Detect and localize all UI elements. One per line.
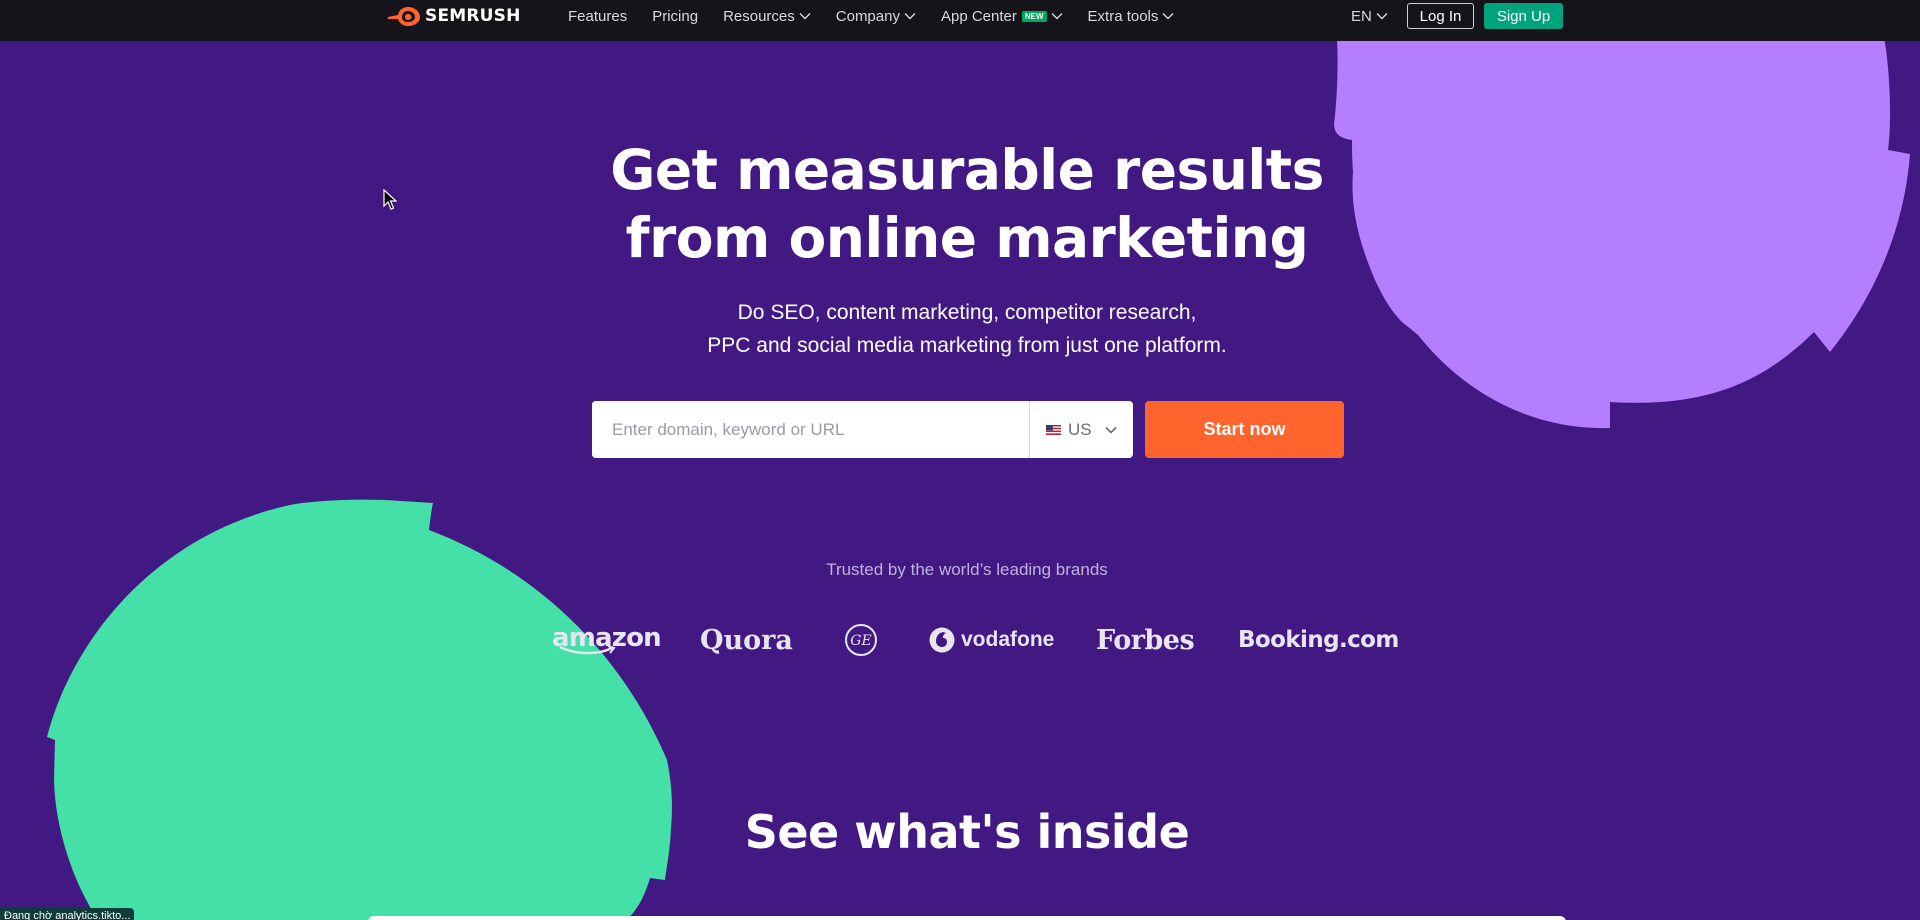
semrush-logo[interactable]: SEMRUSH [387, 5, 521, 27]
nav-item-label: Company [835, 8, 900, 25]
us-flag-icon [1046, 424, 1061, 435]
amazon-logo: amazon [552, 620, 662, 660]
nav-item-label: Extra tools [1087, 8, 1159, 25]
nav-item-features[interactable]: Features [568, 8, 627, 25]
new-badge: NEW [1021, 11, 1047, 22]
signup-button[interactable]: Sign Up [1484, 3, 1563, 29]
country-select[interactable]: US [1030, 401, 1133, 458]
nav-item-resources[interactable]: Resources [723, 8, 811, 25]
forbes-logo: Forbes [1096, 624, 1195, 656]
browser-status-tooltip: Đang chờ analytics.tikto... [0, 908, 135, 920]
main-nav: Features Pricing Resources Company App C… [568, 0, 1199, 33]
country-label: US [1068, 419, 1092, 439]
decorative-lilac-circle [1334, 37, 1910, 429]
hero-subtitle-line: PPC and social media marketing from just… [707, 334, 1227, 357]
nav-item-company[interactable]: Company [836, 8, 916, 25]
hero-title-line: from online marketing [625, 206, 1309, 270]
hero-title: Get measurable results from online marke… [560, 136, 1374, 272]
content-card-edge [368, 916, 1566, 920]
language-selector[interactable]: EN [1351, 0, 1388, 33]
nav-item-label: Resources [723, 8, 795, 25]
search-input[interactable] [592, 401, 1030, 458]
nav-item-label: Features [568, 8, 628, 25]
quora-logo: Quora [700, 624, 793, 656]
chevron-down-icon [1162, 13, 1174, 20]
mouse-pointer-icon [383, 189, 397, 210]
amazon-smile-icon [559, 645, 616, 655]
top-navigation-bar: SEMRUSH Features Pricing Resources Compa… [0, 0, 1920, 41]
ge-monogram-text: GE [850, 633, 871, 649]
chevron-down-icon [1105, 426, 1117, 434]
nav-item-label: App Center [940, 8, 1017, 25]
chevron-down-icon [904, 13, 916, 20]
nav-item-pricing[interactable]: Pricing [652, 8, 698, 25]
chevron-down-icon [1051, 13, 1063, 20]
vodafone-speechmark-icon [929, 627, 955, 653]
chevron-down-icon [1376, 13, 1388, 20]
hero-title-line: Get measurable results [610, 138, 1324, 202]
ge-monogram-icon: GE [845, 624, 877, 656]
decorative-mint-circle [47, 499, 672, 920]
nav-item-app-center[interactable]: App Center NEW [941, 8, 1063, 25]
semrush-flame-icon [387, 7, 420, 26]
page: SEMRUSH Features Pricing Resources Compa… [0, 0, 1920, 920]
search-bar: US [592, 401, 1133, 458]
trusted-brands-caption: Trusted by the world’s leading brands [826, 560, 1108, 579]
language-label: EN [1351, 8, 1372, 25]
start-now-button[interactable]: Start now [1145, 401, 1344, 458]
nav-item-label: Pricing [652, 8, 699, 25]
ge-logo: GE [844, 620, 878, 660]
login-button[interactable]: Log In [1407, 3, 1474, 29]
vodafone-logo-text: vodafone [961, 628, 1055, 651]
vodafone-logo: vodafone [929, 620, 1054, 660]
logo-text: SEMRUSH [425, 6, 521, 26]
chevron-down-icon [799, 13, 811, 20]
hero-subtitle: Do SEO, content marketing, competitor re… [560, 296, 1374, 362]
brand-logos: amazon Quora GE vodafone Forbes Booking.… [0, 620, 1920, 660]
nav-item-extra-tools[interactable]: Extra tools [1088, 8, 1175, 25]
booking-logo: Booking.com [1238, 627, 1399, 653]
section-title: See what's inside [744, 805, 1190, 859]
hero-subtitle-line: Do SEO, content marketing, competitor re… [737, 301, 1197, 324]
